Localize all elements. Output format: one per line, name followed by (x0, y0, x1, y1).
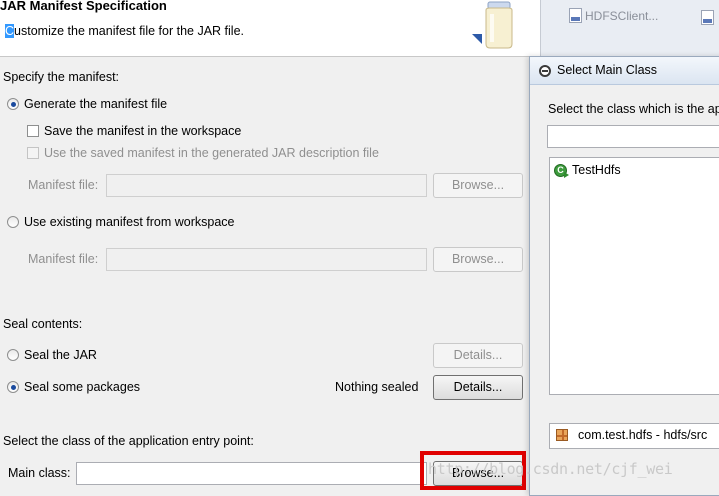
existing-manifest-file-label: Manifest file: (28, 252, 99, 266)
radio-indicator (7, 381, 19, 393)
dialog-title: Select Main Class (557, 63, 658, 77)
use-saved-manifest-checkbox[interactable]: Use the saved manifest in the generated … (27, 146, 379, 160)
editor-tab-strip: HDFSClient... (540, 0, 719, 57)
seal-status-text: Nothing sealed (335, 380, 419, 394)
generate-manifest-radio[interactable]: Generate the manifest file (7, 97, 167, 111)
matching-classes-list[interactable]: C TestHdfs (549, 157, 719, 395)
class-file-icon (701, 10, 714, 25)
watermark: http://blog.csdn.net/cjf_wei (428, 460, 673, 478)
page-description: Customize the manifest file for the JAR … (5, 24, 244, 38)
jar-icon (472, 1, 513, 49)
list-item[interactable]: C TestHdfs (554, 163, 621, 178)
checkbox-indicator (27, 147, 39, 159)
manifest-file-label: Manifest file: (28, 178, 99, 192)
seal-packages-details-button[interactable]: Details... (433, 375, 523, 400)
use-existing-manifest-radio[interactable]: Use existing manifest from workspace (7, 215, 235, 229)
seal-jar-details-button[interactable]: Details... (433, 343, 523, 368)
list-item-label: TestHdfs (572, 163, 621, 177)
package-list[interactable]: com.test.hdfs - hdfs/src (549, 423, 719, 449)
generate-manifest-label: Generate the manifest file (24, 97, 168, 111)
entry-point-label: Select the class of the application entr… (3, 434, 254, 448)
dialog-prompt: Select the class which is the ap (548, 102, 719, 116)
save-manifest-checkbox[interactable]: Save the manifest in the workspace (27, 124, 241, 138)
radio-indicator (7, 216, 19, 228)
select-main-class-dialog: Select Main Class Select the class which… (529, 56, 719, 496)
page-description-text: ustomize the manifest file for the JAR f… (14, 24, 244, 38)
manifest-browse-button[interactable]: Browse... (433, 173, 523, 198)
editor-tab-hdfsclient[interactable]: HDFSClient... (569, 8, 658, 23)
checkbox-indicator (27, 125, 39, 137)
dialog-titlebar[interactable]: Select Main Class (530, 57, 719, 85)
package-icon (556, 429, 568, 441)
main-class-label: Main class: (8, 466, 71, 480)
eclipse-icon (539, 65, 551, 77)
existing-manifest-browse-button[interactable]: Browse... (433, 247, 523, 272)
main-class-input[interactable] (76, 462, 427, 485)
radio-indicator (7, 349, 19, 361)
seal-jar-label: Seal the JAR (24, 348, 97, 362)
seal-jar-radio[interactable]: Seal the JAR (7, 348, 97, 362)
existing-manifest-file-field[interactable] (106, 248, 427, 271)
class-file-icon (569, 8, 582, 23)
seal-some-packages-radio[interactable]: Seal some packages (7, 380, 140, 394)
runnable-class-icon: C (554, 163, 569, 178)
manifest-file-field[interactable] (106, 174, 427, 197)
specify-manifest-label: Specify the manifest: (3, 70, 120, 84)
use-saved-manifest-label: Use the saved manifest in the generated … (44, 146, 379, 160)
wizard-header: JAR Manifest Specification Customize the… (0, 0, 540, 57)
package-label: com.test.hdfs - hdfs/src (578, 428, 708, 442)
save-manifest-label: Save the manifest in the workspace (44, 124, 242, 138)
editor-tab-label: HDFSClient... (585, 9, 659, 23)
page-description-first-letter: C (5, 24, 15, 38)
seal-some-packages-label: Seal some packages (24, 380, 141, 394)
page-title: JAR Manifest Specification (0, 0, 167, 13)
use-existing-manifest-label: Use existing manifest from workspace (24, 215, 235, 229)
package-item[interactable]: com.test.hdfs - hdfs/src (556, 428, 707, 442)
seal-contents-label: Seal contents: (3, 317, 83, 331)
class-search-input[interactable] (547, 125, 719, 148)
radio-indicator (7, 98, 19, 110)
